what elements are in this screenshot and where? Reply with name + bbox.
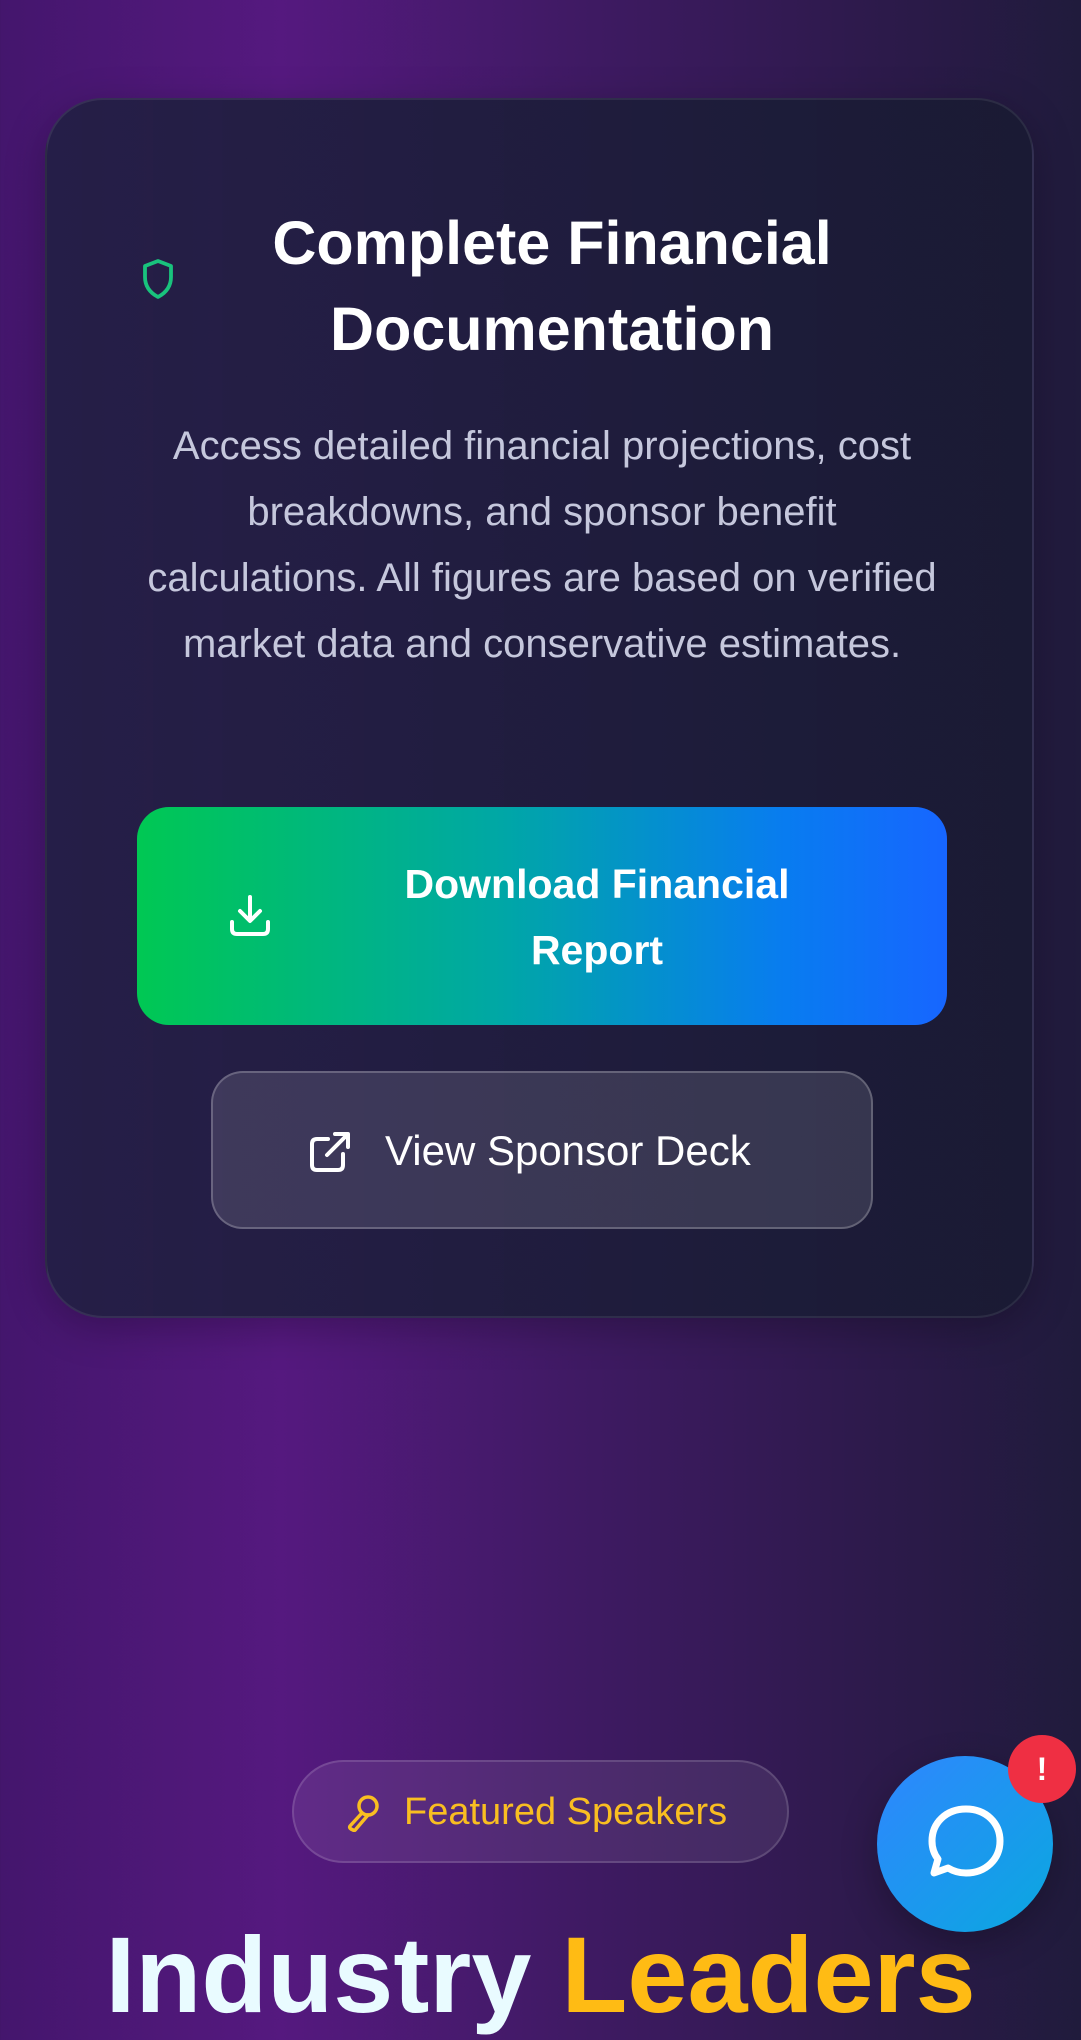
financial-docs-description: Access detailed financial projections, c… bbox=[147, 424, 937, 666]
view-sponsor-deck-label: View Sponsor Deck bbox=[385, 1127, 751, 1174]
external-link-icon bbox=[310, 1132, 350, 1172]
download-icon bbox=[230, 895, 270, 936]
chat-notification-badge: ! bbox=[1008, 1735, 1076, 1803]
shield-icon bbox=[143, 259, 173, 299]
industry-heading-part: Industry bbox=[105, 1914, 532, 2035]
leaders-heading-part: Leaders bbox=[561, 1914, 976, 2035]
download-financial-report-button[interactable]: Download Financial Report bbox=[137, 807, 947, 1025]
financial-docs-card: Complete Financial Documentation Access … bbox=[45, 98, 1034, 1318]
financial-docs-title: Complete Financial Documentation bbox=[272, 209, 832, 363]
view-sponsor-deck-button[interactable]: View Sponsor Deck bbox=[211, 1071, 873, 1229]
download-financial-report-label: Download Financial Report bbox=[404, 861, 790, 973]
featured-speakers-badge: Featured Speakers bbox=[292, 1760, 789, 1863]
industry-leaders-heading: Industry Leaders bbox=[0, 1910, 1081, 2040]
featured-speakers-label: Featured Speakers bbox=[404, 1791, 728, 1833]
chat-bubble-icon bbox=[928, 1805, 1004, 1877]
microphone-icon bbox=[347, 1795, 379, 1832]
